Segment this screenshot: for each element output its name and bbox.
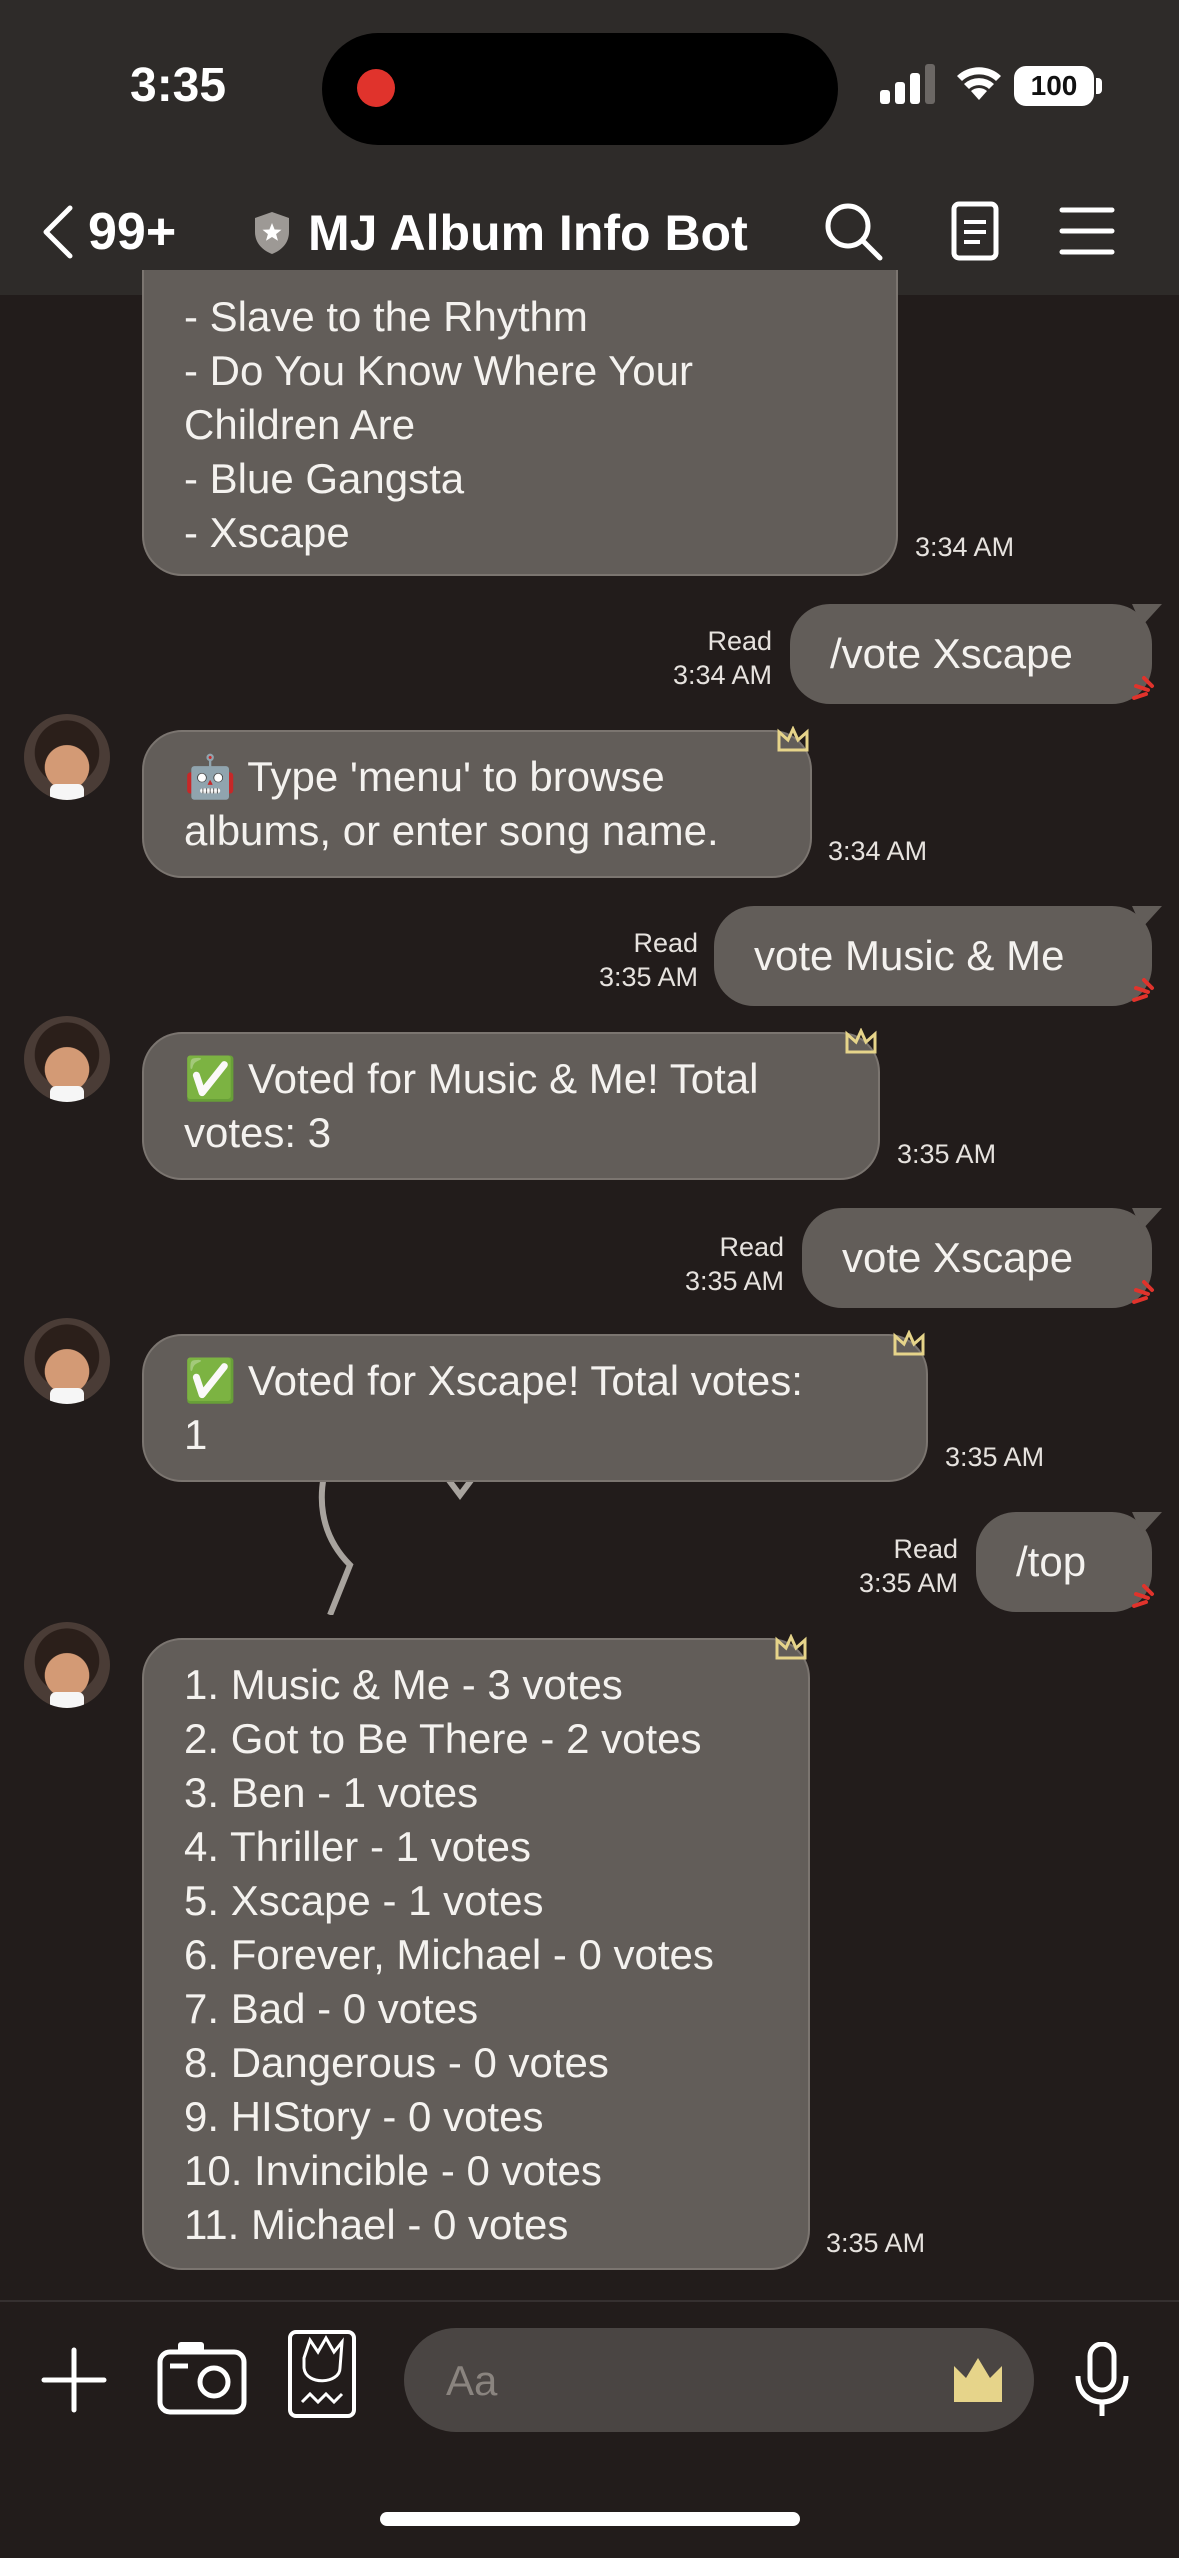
message-bubble-outgoing[interactable]: /vote Xscape (790, 604, 1152, 704)
read-mark-icon (1132, 676, 1154, 700)
shield-icon (255, 212, 289, 254)
bot-avatar[interactable] (24, 1318, 110, 1404)
bubble-tail (1132, 906, 1162, 928)
leaderboard-line: 8. Dangerous - 0 votes (184, 2039, 609, 2086)
bubble-tail (1132, 1208, 1162, 1230)
leaderboard-line: 2. Got to Be There - 2 votes (184, 1715, 702, 1762)
bubble-tail (1132, 1512, 1162, 1534)
leaderboard-line: 7. Bad - 0 votes (184, 1985, 479, 2032)
sticker-icon[interactable] (286, 2328, 358, 2420)
chevron-left-icon (43, 205, 73, 259)
read-mark-icon (1132, 1584, 1154, 1608)
crown-icon[interactable] (950, 2354, 1006, 2406)
read-mark-icon (1132, 978, 1154, 1002)
bot-avatar[interactable] (24, 714, 110, 800)
read-receipt: Read 3:35 AM (652, 1230, 784, 1298)
read-mark-icon (1132, 1280, 1154, 1304)
dynamic-island (322, 33, 838, 145)
bubble-tail (1132, 604, 1162, 626)
message-bubble-incoming[interactable]: - Slave to the Rhythm - Do You Know Wher… (142, 270, 898, 576)
message-bubble-incoming[interactable]: ✅ Voted for Music & Me! Total votes: 3 (142, 1032, 880, 1180)
message-text: vote Xscape (842, 1234, 1074, 1281)
read-label: Read (707, 626, 772, 656)
recording-indicator-icon (357, 69, 395, 107)
cellular-signal-icon (880, 64, 935, 104)
menu-icon[interactable] (1052, 196, 1122, 266)
leaderboard-line: 5. Xscape - 1 votes (184, 1877, 544, 1924)
battery-tip (1096, 78, 1102, 94)
unread-count: 99+ (88, 203, 177, 261)
message-timestamp: 3:35 AM (684, 1266, 784, 1296)
camera-icon[interactable] (156, 2338, 248, 2418)
message-line: ✅ Voted for Xscape! Total votes: (184, 1357, 803, 1404)
read-label: Read (893, 1534, 958, 1564)
back-button[interactable]: 99+ (40, 200, 176, 264)
leaderboard-line: 4. Thriller - 1 votes (184, 1823, 532, 1870)
status-time: 3:35 (130, 59, 227, 112)
read-label: Read (633, 928, 698, 958)
chat-title-area[interactable]: MJ Album Info Bot (252, 198, 748, 268)
message-bubble-incoming[interactable]: 1. Music & Me - 3 votes 2. Got to Be The… (142, 1638, 810, 2270)
leaderboard-line: 9. HIStory - 0 votes (184, 2093, 544, 2140)
home-indicator (380, 2512, 800, 2526)
message-timestamp: 3:35 AM (598, 962, 698, 992)
message-bubble-incoming[interactable]: ✅ Voted for Xscape! Total votes: 1 (142, 1334, 928, 1482)
message-timestamp: 3:35 AM (826, 2228, 926, 2258)
message-bubble-outgoing[interactable]: /top (976, 1512, 1152, 1612)
leaderboard-line: 3. Ben - 1 votes (184, 1769, 479, 1816)
plus-icon[interactable] (40, 2346, 108, 2414)
message-timestamp: 3:35 AM (858, 1568, 958, 1598)
crown-icon (893, 1330, 925, 1356)
battery-indicator: 100 (1014, 66, 1094, 106)
message-field[interactable] (404, 2328, 1034, 2432)
wifi-icon (957, 67, 1001, 100)
message-bubble-outgoing[interactable]: vote Music & Me (714, 906, 1152, 1006)
message-line: - Blue Gangsta (184, 455, 465, 502)
message-text: vote Music & Me (754, 932, 1065, 979)
bot-avatar[interactable] (24, 1622, 110, 1708)
read-receipt: Read 3:34 AM (640, 624, 772, 692)
leaderboard-line: 1. Music & Me - 3 votes (184, 1661, 623, 1708)
bot-avatar[interactable] (24, 1016, 110, 1102)
message-text: /top (1016, 1538, 1087, 1585)
crown-icon (775, 1634, 807, 1660)
note-icon[interactable] (940, 196, 1010, 266)
read-receipt: Read 3:35 AM (826, 1532, 958, 1600)
message-line: albums, or enter song name. (184, 807, 719, 854)
message-timestamp: 3:34 AM (915, 532, 1015, 562)
crown-icon (845, 1028, 877, 1054)
message-line: - Slave to the Rhythm (184, 293, 588, 340)
message-bubble-incoming[interactable]: 🤖 Type 'menu' to browse albums, or enter… (142, 730, 812, 878)
read-label: Read (719, 1232, 784, 1262)
search-icon[interactable] (818, 196, 888, 266)
chat-title: MJ Album Info Bot (308, 205, 748, 261)
status-bar: 3:35 100 (0, 0, 1179, 170)
message-line: - Xscape (184, 509, 350, 556)
crown-icon (777, 726, 809, 752)
message-timestamp: 3:35 AM (945, 1442, 1045, 1472)
message-text: /vote Xscape (830, 630, 1073, 677)
leaderboard-line: 11. Michael - 0 votes (184, 2201, 569, 2248)
leaderboard-line: 10. Invincible - 0 votes (184, 2147, 602, 2194)
battery-level: 100 (1030, 70, 1078, 101)
message-line: ✅ Voted for Music & Me! Total (184, 1055, 759, 1102)
microphone-icon[interactable] (1072, 2342, 1132, 2420)
message-line: - Do You Know Where Your (184, 347, 694, 394)
message-line: votes: 3 (184, 1109, 332, 1156)
message-timestamp: 3:35 AM (897, 1139, 997, 1169)
message-timestamp: 3:34 AM (828, 836, 928, 866)
message-line: 🤖 Type 'menu' to browse (184, 753, 665, 800)
message-input[interactable] (444, 2350, 928, 2412)
message-timestamp: 3:34 AM (672, 660, 772, 690)
leaderboard-line: 6. Forever, Michael - 0 votes (184, 1931, 714, 1978)
read-receipt: Read 3:35 AM (566, 926, 698, 994)
message-line: Children Are (184, 401, 416, 448)
message-bubble-outgoing[interactable]: vote Xscape (802, 1208, 1152, 1308)
message-line: 1 (184, 1411, 208, 1458)
